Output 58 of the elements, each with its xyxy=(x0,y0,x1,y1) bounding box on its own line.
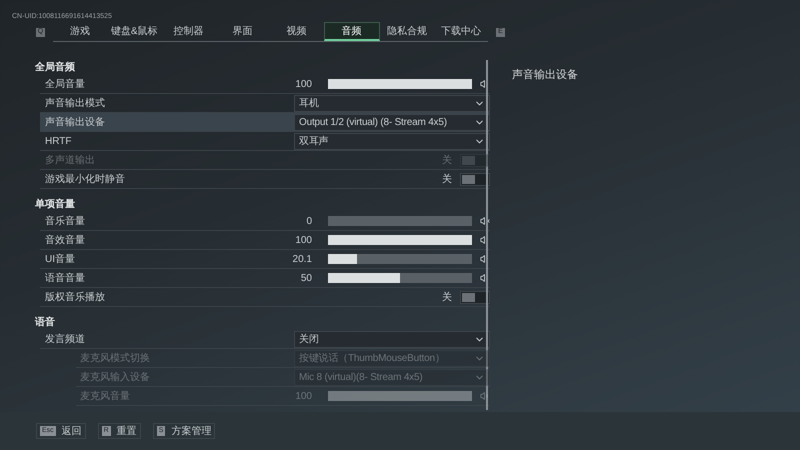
settings-row[interactable]: 游戏最小化时静音 关 xyxy=(40,170,490,189)
settings-row[interactable]: 声音输出设备 Output 1/2 (virtual) (8- Stream 4x5) xyxy=(40,113,490,132)
setting-label: 声音输出设备 xyxy=(45,116,105,130)
section-title: 全局音频 xyxy=(34,60,76,75)
tab[interactable]: 下载中心 xyxy=(434,22,488,41)
slider-reading: 100 xyxy=(294,234,312,248)
setting-label: UI音量 xyxy=(45,252,75,266)
scrollbar[interactable] xyxy=(486,60,488,410)
settings-row[interactable]: 语音音量 50 xyxy=(40,269,490,288)
slider-reading: 0 xyxy=(305,214,312,228)
dropdown[interactable]: Output 1/2 (virtual) (8- Stream 4x5) xyxy=(294,114,490,130)
tab[interactable]: 视频 xyxy=(270,22,324,41)
setting-label: 音效音量 xyxy=(45,234,85,248)
tab[interactable]: 键盘&鼠标 xyxy=(107,22,162,41)
dropdown[interactable]: 耳机 xyxy=(294,94,490,112)
toggle-state: 关 xyxy=(442,154,452,168)
slider-track[interactable] xyxy=(328,216,472,226)
settings-row[interactable]: 音乐音量 0 xyxy=(40,212,490,231)
setting-label: 音乐音量 xyxy=(45,214,85,228)
toggle-switch[interactable] xyxy=(460,172,490,186)
setting-label: 麦克风输入设备 xyxy=(80,370,150,384)
tab[interactable]: 控制器 xyxy=(161,22,216,41)
setting-label: 发言频道 xyxy=(45,332,85,346)
settings-row[interactable]: 音效音量 100 xyxy=(40,231,490,250)
settings-row[interactable]: 全局音量 100 xyxy=(40,75,490,94)
toggle-switch[interactable] xyxy=(460,290,490,304)
section-title: 单项音量 xyxy=(34,197,76,212)
tab[interactable]: 游戏 xyxy=(53,22,108,41)
slider-track[interactable] xyxy=(328,273,472,283)
setting-label: 游戏最小化时静音 xyxy=(45,172,125,186)
tab[interactable]: 隐私合规 xyxy=(380,22,434,41)
slider-track[interactable] xyxy=(328,235,472,245)
settings-row[interactable]: 版权音乐播放 关 xyxy=(40,288,490,307)
settings-row[interactable]: 发言频道 关闭 xyxy=(40,330,490,349)
slider-reading: 100 xyxy=(294,390,312,404)
setting-label: 麦克风音量 xyxy=(80,390,130,404)
slider-track[interactable] xyxy=(328,79,472,89)
setting-label: 版权音乐播放 xyxy=(45,290,105,304)
dropdown[interactable]: 双耳声 xyxy=(294,132,490,150)
slider-reading: 100 xyxy=(294,78,312,92)
settings-row[interactable]: HRTF 双耳声 xyxy=(40,132,490,151)
tab[interactable]: 界面 xyxy=(215,22,270,41)
setting-label: 声音输出模式 xyxy=(45,96,105,110)
tab[interactable]: 音频 xyxy=(324,22,380,41)
slider-track[interactable] xyxy=(328,254,472,264)
setting-label: 全局音量 xyxy=(45,78,85,92)
setting-label: HRTF xyxy=(45,134,72,148)
slider-reading: 20.1 xyxy=(292,252,312,266)
toggle-state: 关 xyxy=(442,290,452,304)
setting-label: 多声道输出 xyxy=(45,154,95,168)
dropdown[interactable]: 关闭 xyxy=(294,330,490,348)
setting-label: 语音音量 xyxy=(45,272,85,286)
detail-title: 声音输出设备 xyxy=(512,69,578,81)
section-title: 语音 xyxy=(34,315,56,330)
settings-row[interactable]: UI音量 20.1 xyxy=(40,250,490,269)
slider-reading: 50 xyxy=(300,272,312,286)
setting-label: 麦克风模式切换 xyxy=(80,352,150,366)
toggle-state: 关 xyxy=(442,172,452,186)
